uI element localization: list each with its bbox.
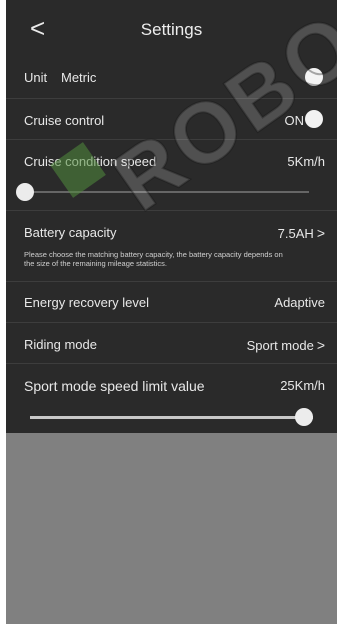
chevron-right-icon: > [316,337,325,353]
battery-capacity-note: Please choose the matching battery capac… [24,250,283,268]
cruise-speed-label: Cruise condition speed [24,154,157,169]
sport-limit-value: 25Km/h [280,378,325,393]
unit-value: Metric [61,70,97,85]
riding-mode-label: Riding mode [24,337,97,352]
battery-capacity-label: Battery capacity [24,225,117,240]
sport-limit-row: Sport mode speed limit value 25Km/h [6,364,337,433]
cruise-speed-value: 5Km/h [287,154,325,169]
app-screen: < Settings Unit Metric Cruise control ON… [6,0,337,624]
battery-capacity-value-group: 7.5AH > [278,225,325,241]
battery-capacity-value: 7.5AH [277,226,314,241]
sport-limit-label: Sport mode speed limit value [24,378,205,394]
riding-mode-value: Sport mode [246,338,314,353]
cruise-control-state: ON [284,113,305,128]
sport-limit-slider-track[interactable] [30,416,313,419]
energy-recovery-row[interactable]: Energy recovery level Adaptive [6,282,337,322]
header-bar: < Settings [6,0,337,56]
sport-limit-slider-thumb[interactable] [295,408,313,426]
riding-mode-value-group: Sport mode > [247,337,325,353]
riding-mode-row[interactable]: Riding mode Sport mode > [6,323,337,363]
cruise-control-row[interactable]: Cruise control ON [6,99,337,139]
cruise-control-label: Cruise control [24,113,105,128]
chevron-right-icon: > [316,225,325,241]
energy-recovery-label: Energy recovery level [24,295,149,310]
energy-recovery-value: Adaptive [274,295,325,310]
battery-capacity-row[interactable]: Battery capacity 7.5AH > [6,211,337,281]
cruise-speed-row: Cruise condition speed 5Km/h [6,140,337,210]
cruise-speed-slider-thumb[interactable] [16,183,34,201]
unit-toggle[interactable] [305,68,323,86]
page-title: Settings [140,20,203,39]
unit-row[interactable]: Unit Metric [6,56,337,98]
unit-label: Unit [24,70,48,85]
cruise-control-toggle[interactable] [305,110,323,128]
cruise-speed-slider-track[interactable] [24,191,309,193]
